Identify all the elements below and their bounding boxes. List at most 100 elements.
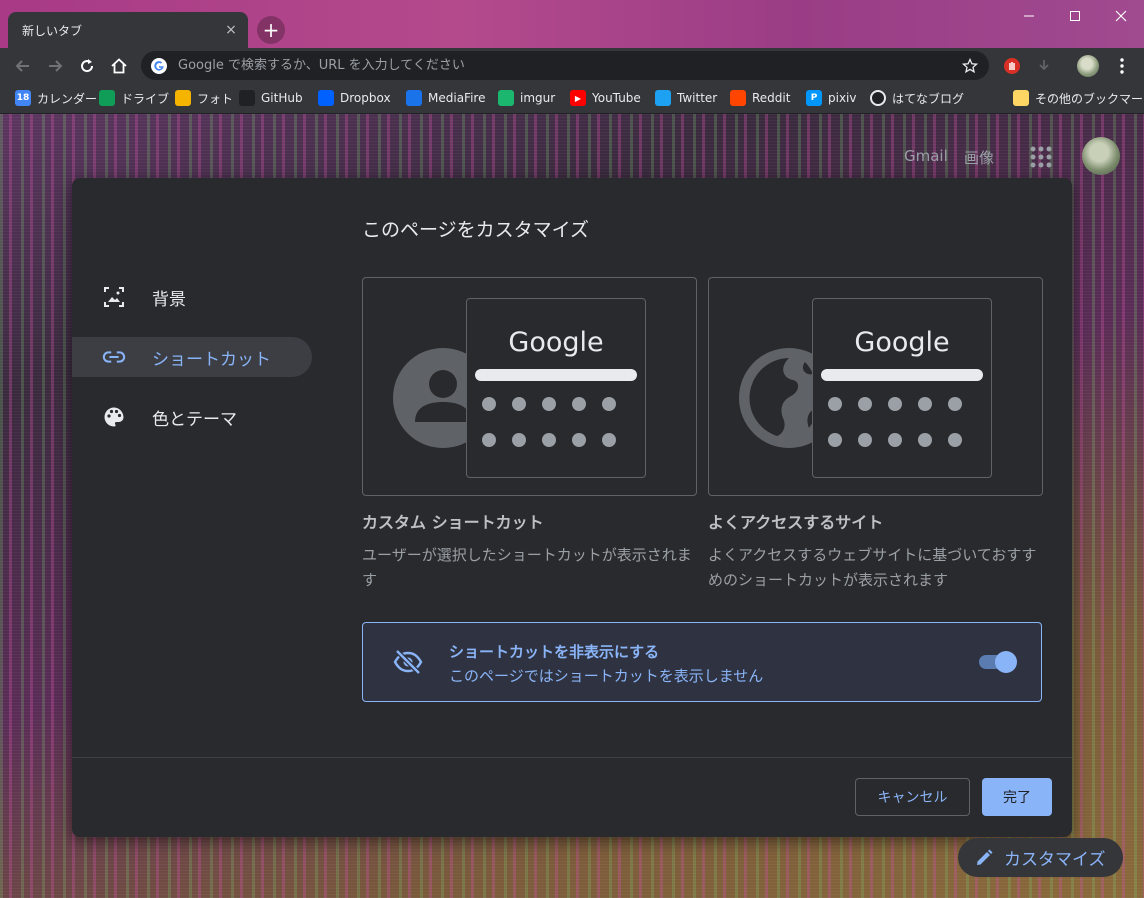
- bookmark-label: はてなブログ: [892, 91, 965, 106]
- imgur-icon: [498, 90, 514, 106]
- calendar-icon: 18: [15, 90, 31, 106]
- bookmark-label: その他のブックマーク: [1035, 91, 1144, 106]
- tab-new-tab[interactable]: 新しいタブ ×: [8, 12, 248, 48]
- custom-shortcuts-label: カスタム ショートカット: [362, 513, 544, 532]
- done-button[interactable]: 完了: [982, 778, 1052, 816]
- mini-ntp-preview: Google: [812, 298, 992, 478]
- download-icon[interactable]: [1032, 54, 1056, 78]
- images-link[interactable]: 画像: [964, 147, 994, 168]
- cancel-button[interactable]: キャンセル: [855, 778, 970, 816]
- bookmark-item[interactable]: Dropbox: [318, 88, 391, 108]
- folder-icon: [1013, 90, 1029, 106]
- hide-shortcuts-toggle[interactable]: [977, 651, 1017, 673]
- bookmark-item[interactable]: その他のブックマーク: [1013, 88, 1144, 108]
- sidebar-item-label: ショートカット: [152, 349, 271, 370]
- reload-icon[interactable]: [73, 52, 101, 80]
- bookmark-item[interactable]: Ppixiv: [806, 88, 857, 108]
- mini-google-logo: Google: [508, 327, 604, 358]
- dropbox-icon: [318, 90, 334, 106]
- bookmark-item[interactable]: MediaFire: [406, 88, 485, 108]
- bookmark-item[interactable]: GitHub: [239, 88, 303, 108]
- bookmark-label: YouTube: [592, 91, 641, 105]
- sidebar-item-background[interactable]: 背景: [72, 277, 312, 317]
- bookmark-label: Twitter: [677, 91, 718, 105]
- new-tab-button[interactable]: +: [257, 16, 285, 44]
- minimize-icon[interactable]: [1006, 2, 1052, 30]
- omnibox-input[interactable]: [176, 57, 959, 74]
- gmail-link[interactable]: Gmail: [904, 147, 948, 165]
- custom-shortcuts-card[interactable]: Google: [362, 277, 697, 496]
- bookmark-item[interactable]: はてなブログ: [870, 88, 964, 108]
- bookmark-label: ドライブ: [121, 91, 170, 106]
- toolbar: [0, 48, 1144, 83]
- bookmark-label: カレンダー: [37, 91, 98, 106]
- sidebar-item-label: 背景: [152, 289, 186, 310]
- photos-icon: [175, 90, 191, 106]
- dialog-divider: [72, 757, 1072, 758]
- bookmark-label: フォト: [197, 91, 234, 106]
- pencil-icon: [977, 849, 993, 865]
- maximize-icon[interactable]: [1052, 2, 1098, 30]
- most-visited-label: よくアクセスするサイト: [708, 513, 884, 532]
- bookmark-label: Reddit: [752, 91, 791, 105]
- sidebar-item-shortcuts[interactable]: ショートカット: [72, 337, 312, 377]
- bookmark-item[interactable]: Reddit: [730, 88, 790, 108]
- bookmark-item[interactable]: ドライブ: [99, 88, 169, 108]
- mini-google-logo: Google: [854, 327, 950, 358]
- bookmark-label: imgur: [520, 91, 556, 105]
- mini-search-bar: [821, 369, 983, 381]
- pixiv-icon: P: [806, 90, 822, 106]
- back-arrow-icon[interactable]: [9, 52, 37, 80]
- bookmark-item[interactable]: Twitter: [655, 88, 717, 108]
- hide-shortcuts-subtitle: このページではショートカットを表示しません: [449, 667, 764, 685]
- apps-grid-icon[interactable]: [1029, 145, 1053, 169]
- github-icon: [239, 90, 255, 106]
- customize-label: カスタマイズ: [1004, 850, 1106, 870]
- mediafire-icon: [406, 90, 422, 106]
- link-icon: [102, 345, 126, 369]
- most-visited-card[interactable]: Google: [708, 277, 1043, 496]
- bookmark-label: GitHub: [261, 91, 303, 105]
- mini-search-bar: [475, 369, 637, 381]
- bookmark-label: pixiv: [828, 91, 857, 105]
- extension-hand-icon[interactable]: [1000, 54, 1024, 78]
- profile-avatar-small[interactable]: [1076, 54, 1100, 78]
- hide-shortcuts-option[interactable]: ショートカットを非表示にする このページではショートカットを表示しません: [362, 622, 1042, 702]
- reddit-icon: [730, 90, 746, 106]
- menu-kebab-icon[interactable]: [1110, 54, 1134, 78]
- image-icon: [102, 285, 126, 309]
- bookmark-item[interactable]: フォト: [175, 88, 233, 108]
- omnibox[interactable]: [141, 51, 989, 80]
- most-visited-description: よくアクセスするウェブサイトに基づいておすすめのショートカットが表示されます: [708, 546, 1037, 589]
- google-g-icon: [151, 57, 167, 74]
- bookmark-item[interactable]: imgur: [498, 88, 555, 108]
- title-bar: 新しいタブ × +: [0, 0, 1144, 48]
- dialog-title: このページをカスタマイズ: [362, 219, 590, 241]
- sidebar-item-theme[interactable]: 色とテーマ: [72, 397, 312, 437]
- toggle-knob: [995, 651, 1017, 673]
- youtube-icon: ▶: [570, 90, 586, 106]
- avatar[interactable]: [1082, 137, 1120, 175]
- sidebar-item-label: 色とテーマ: [152, 409, 237, 430]
- twitter-icon: [655, 90, 671, 106]
- window-close-icon[interactable]: [1098, 2, 1144, 30]
- customize-dialog: 背景 ショートカット 色とテーマ このページをカスタマイズ Google Goo…: [72, 178, 1072, 837]
- bookmark-label: Dropbox: [340, 91, 391, 105]
- forward-arrow-icon[interactable]: [41, 52, 69, 80]
- home-icon[interactable]: [105, 52, 133, 80]
- tab-close-icon[interactable]: ×: [222, 21, 240, 39]
- bookmarks-bar: 18 カレンダー ドライブ フォト GitHub Dropbox MediaFire imgu…: [0, 83, 1144, 114]
- custom-shortcuts-description: ユーザーが選択したショートカットが表示されます: [362, 546, 692, 589]
- bookmark-label: MediaFire: [428, 91, 486, 105]
- drive-icon: [99, 90, 115, 106]
- bookmark-item[interactable]: 18 カレンダー: [15, 88, 97, 108]
- mini-shortcut-dots: [482, 397, 632, 447]
- bookmark-item[interactable]: ▶ YouTube: [570, 88, 641, 108]
- customize-button[interactable]: カスタマイズ: [958, 838, 1123, 877]
- bookmark-star-icon[interactable]: [959, 55, 981, 77]
- mini-ntp-preview: Google: [466, 298, 646, 478]
- eye-off-icon: [393, 649, 423, 675]
- hide-shortcuts-title: ショートカットを非表示にする: [449, 643, 660, 661]
- hatena-icon: [870, 90, 886, 106]
- mini-shortcut-dots: [828, 397, 978, 447]
